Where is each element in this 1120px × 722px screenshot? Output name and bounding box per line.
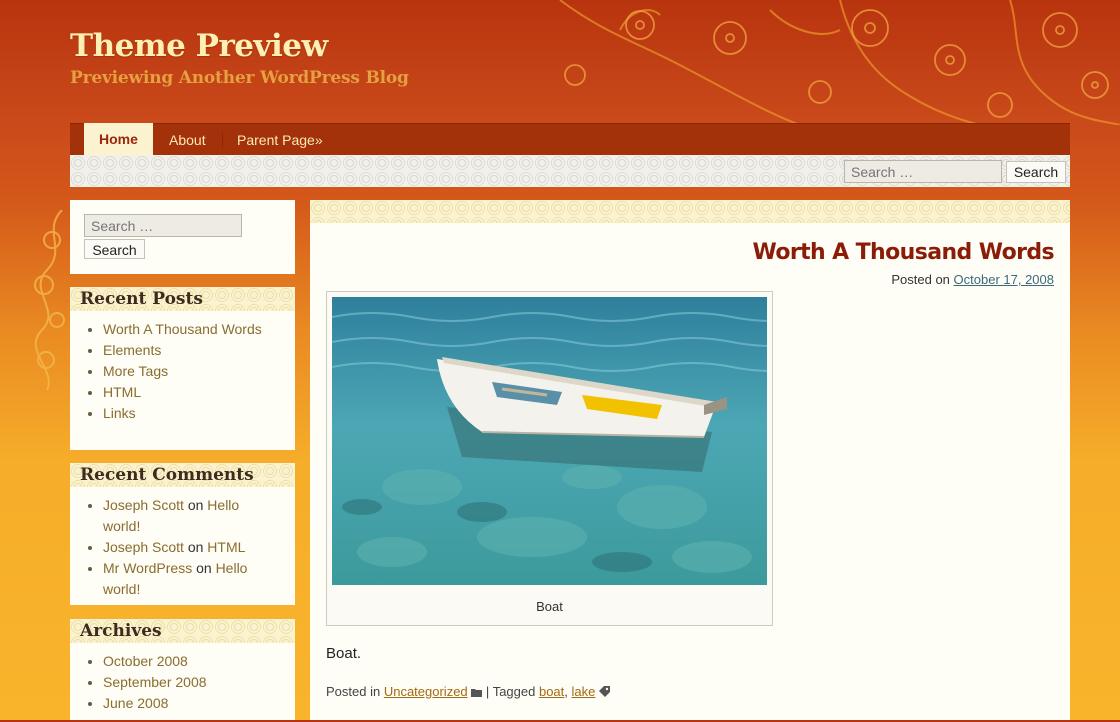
comment-author-link[interactable]: Joseph Scott: [103, 497, 184, 513]
archive-link[interactable]: September 2008: [103, 674, 207, 690]
image-caption: Boat: [536, 599, 563, 614]
comment-post-link[interactable]: HTML: [207, 539, 245, 555]
recent-post-item[interactable]: Links: [103, 403, 285, 424]
recent-comment-item: Joseph Scott on HTML: [103, 537, 285, 558]
comment-on-text: on: [187, 497, 204, 513]
sidebar-search-button[interactable]: Search: [84, 239, 145, 259]
folder-icon: [471, 685, 483, 700]
recent-post-link[interactable]: HTML: [103, 384, 141, 400]
post-body: Boat.: [326, 645, 362, 662]
post-image-figure: Boat: [326, 291, 773, 626]
tagged-label: Tagged: [492, 684, 536, 699]
header-search-button[interactable]: Search: [1006, 161, 1066, 183]
post-date-link[interactable]: October 17, 2008: [954, 272, 1054, 287]
recent-posts-list: Worth A Thousand Words Elements More Tag…: [70, 311, 295, 432]
recent-post-item[interactable]: Elements: [103, 340, 285, 361]
cherry-blossom-decoration: [559, 0, 1120, 125]
category-link[interactable]: Uncategorized: [384, 684, 468, 699]
archives-list: October 2008 September 2008 June 2008: [70, 643, 295, 722]
recent-comment-item: Mr WordPress on Hello world!: [103, 558, 285, 600]
recent-post-link[interactable]: More Tags: [103, 363, 168, 379]
main-navigation: Home About Parent Page»: [70, 123, 1070, 156]
comment-author-link[interactable]: Mr WordPress: [103, 560, 192, 576]
footer-separator: |: [485, 684, 490, 699]
recent-comment-item: Joseph Scott on Hello world!: [103, 495, 285, 537]
post-meta: Posted on October 17, 2008: [891, 272, 1054, 287]
sidebar-search-widget: Search: [70, 200, 295, 274]
archive-link[interactable]: October 2008: [103, 653, 188, 669]
archive-item[interactable]: June 2008: [103, 693, 285, 714]
post-footer: Posted in Uncategorized | Tagged boat, l…: [326, 684, 611, 700]
content-top-strip: [310, 200, 1070, 223]
recent-posts-title: Recent Posts: [70, 287, 295, 311]
recent-posts-widget: Recent Posts Worth A Thousand Words Elem…: [70, 287, 295, 450]
header-search-input[interactable]: [844, 160, 1002, 183]
comment-on-text: on: [187, 539, 204, 555]
recent-post-item[interactable]: Worth A Thousand Words: [103, 319, 285, 340]
tag-link-boat[interactable]: boat: [539, 684, 564, 699]
recent-post-link[interactable]: Links: [103, 405, 136, 421]
recent-comments-widget: Recent Comments Joseph Scott on Hello wo…: [70, 463, 295, 605]
sidebar-search-input[interactable]: [84, 214, 242, 237]
archive-link[interactable]: June 2008: [103, 695, 168, 711]
recent-post-item[interactable]: More Tags: [103, 361, 285, 382]
tag-icon: [599, 685, 611, 700]
archive-item[interactable]: September 2008: [103, 672, 285, 693]
tag-separator: ,: [564, 684, 568, 699]
tag-link-lake[interactable]: lake: [572, 684, 596, 699]
post-title[interactable]: Worth A Thousand Words: [752, 240, 1054, 265]
recent-post-item[interactable]: HTML: [103, 382, 285, 403]
nav-item-home[interactable]: Home: [84, 123, 153, 156]
recent-post-link[interactable]: Elements: [103, 342, 161, 358]
posted-in-label: Posted in: [326, 684, 381, 699]
header-search-bar: Search: [70, 155, 1070, 187]
archive-item[interactable]: October 2008: [103, 651, 285, 672]
nav-item-about[interactable]: About: [154, 124, 221, 156]
recent-post-link[interactable]: Worth A Thousand Words: [103, 321, 262, 337]
site-description: Previewing Another WordPress Blog: [70, 68, 409, 88]
comment-author-link[interactable]: Joseph Scott: [103, 539, 184, 555]
nav-item-parent-page[interactable]: Parent Page»: [222, 124, 338, 156]
recent-comments-title: Recent Comments: [70, 463, 295, 487]
site-title[interactable]: Theme Preview: [70, 28, 328, 64]
post-meta-prefix: Posted on: [891, 272, 950, 287]
post-article: Worth A Thousand Words Posted on October…: [310, 200, 1070, 720]
recent-comments-list: Joseph Scott on Hello world! Joseph Scot…: [70, 487, 295, 608]
comment-on-text: on: [196, 560, 212, 576]
archives-widget: Archives October 2008 September 2008 Jun…: [70, 619, 295, 720]
archives-title: Archives: [70, 619, 295, 643]
boat-image[interactable]: [332, 297, 767, 585]
